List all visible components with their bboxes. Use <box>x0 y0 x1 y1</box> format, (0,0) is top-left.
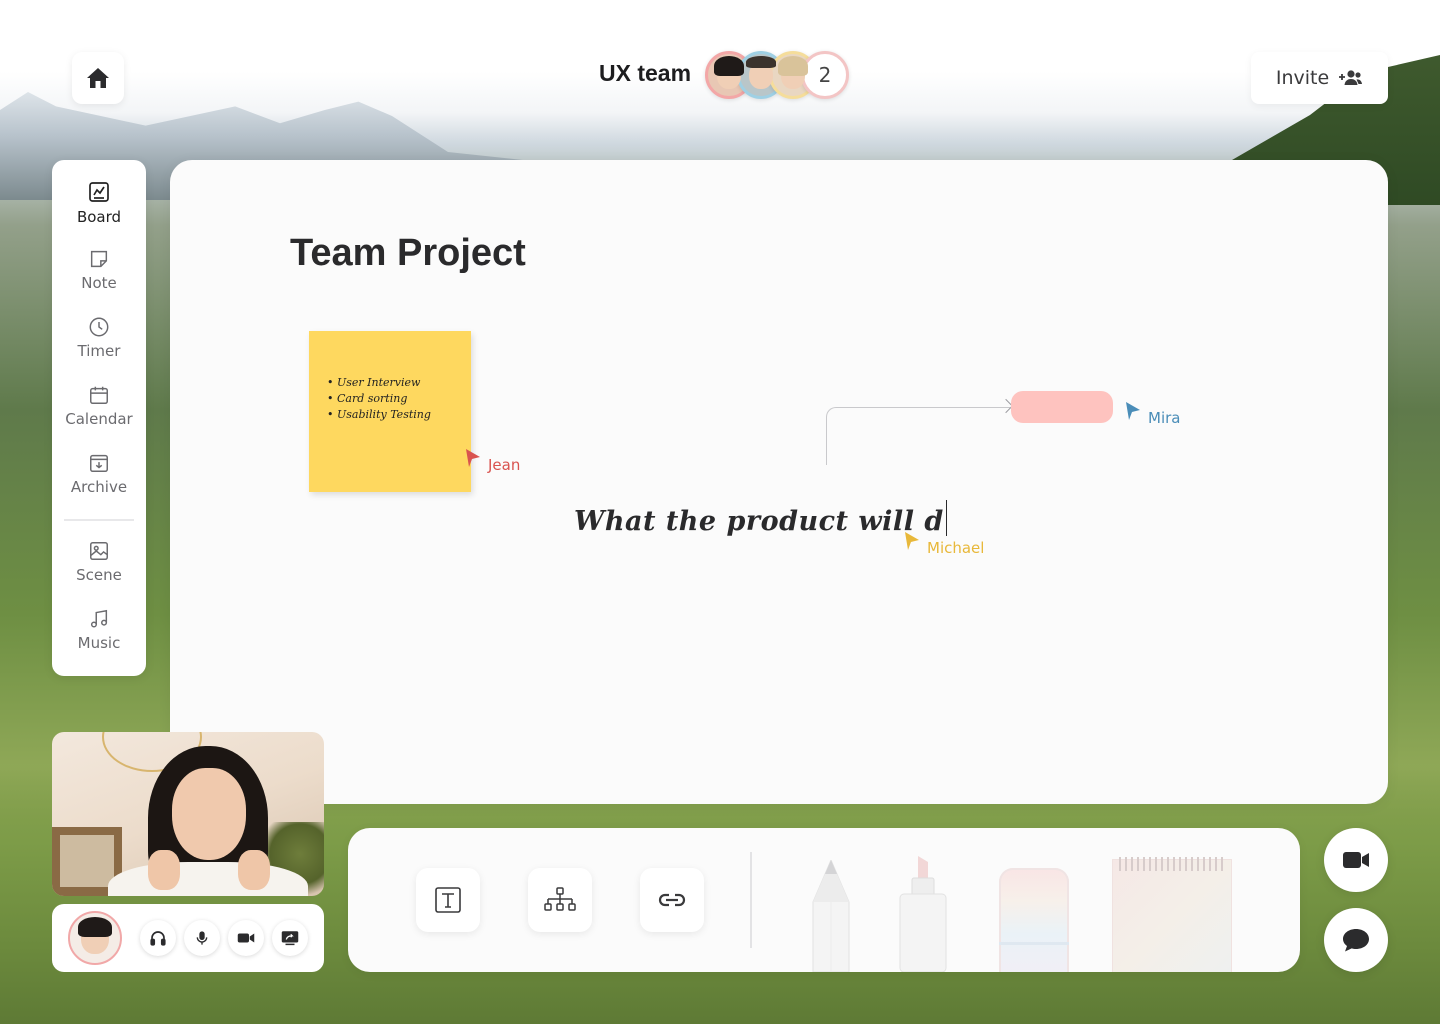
clock-icon <box>89 317 109 337</box>
member-avatars[interactable]: 2 <box>705 51 849 101</box>
sidebar-item-label: Scene <box>76 566 122 584</box>
highlighter-tool[interactable] <box>898 856 948 972</box>
add-users-icon <box>1339 70 1363 85</box>
list-item: User Interview <box>327 375 461 391</box>
sidebar-item-label: Archive <box>70 478 128 496</box>
home-button[interactable] <box>72 52 124 104</box>
extra-members-count[interactable]: 2 <box>801 51 849 99</box>
drawing-toolbar <box>348 828 1300 972</box>
video-feed[interactable] <box>52 732 324 896</box>
cursor-arrow-icon <box>905 532 919 550</box>
invite-button[interactable]: Invite <box>1251 52 1388 104</box>
sidebar-item-label: Calendar <box>65 410 133 428</box>
screen-share-icon <box>281 931 299 946</box>
sidebar-item-music[interactable]: Music <box>52 608 146 652</box>
pencil-tool[interactable] <box>812 860 850 972</box>
handwritten-text-content: What the product will d <box>574 506 944 537</box>
text-icon <box>435 887 461 913</box>
team-name: UX team <box>599 60 692 86</box>
board-title[interactable]: Team Project <box>290 232 526 275</box>
whiteboard-canvas[interactable]: Team Project User Interview Card sorting… <box>170 160 1388 804</box>
invite-label: Invite <box>1275 67 1330 89</box>
video-person-face <box>172 768 246 860</box>
sidebar: Board Note Timer Calendar Archive Scene … <box>52 160 146 676</box>
notepad-spiral <box>1119 857 1225 871</box>
video-person-body <box>108 862 308 896</box>
list-item: Card sorting <box>327 391 461 407</box>
toolbar-divider <box>750 852 752 948</box>
image-icon <box>90 542 108 560</box>
link-icon <box>658 893 686 907</box>
chat-bubble-icon <box>1343 929 1369 952</box>
sticky-note-list: User Interview Card sorting Usability Te… <box>327 375 461 423</box>
cursor-name: Mira <box>1148 409 1181 427</box>
notepad-tool[interactable] <box>1113 857 1231 972</box>
avatar[interactable] <box>68 911 122 965</box>
home-icon <box>87 68 109 88</box>
eraser-tool[interactable] <box>999 868 1069 972</box>
music-icon <box>90 609 108 628</box>
handwritten-text[interactable]: What the product will d <box>574 500 948 537</box>
video-camera-icon <box>1343 852 1369 868</box>
list-item: Usability Testing <box>327 407 461 423</box>
microphone-icon <box>196 931 208 945</box>
connector-line[interactable] <box>826 407 1010 465</box>
sidebar-item-label: Timer <box>77 342 121 360</box>
video-call-button[interactable] <box>1324 828 1388 892</box>
text-tool-button[interactable] <box>416 868 480 932</box>
board-icon <box>89 182 109 202</box>
note-icon <box>90 250 108 268</box>
call-controls <box>52 904 324 972</box>
video-person-hand <box>148 850 180 890</box>
sidebar-item-archive[interactable]: Archive <box>52 452 146 496</box>
sidebar-item-timer[interactable]: Timer <box>52 316 146 360</box>
org-chart-icon <box>544 887 576 911</box>
calendar-icon <box>90 386 108 404</box>
screen-share-button[interactable] <box>272 920 308 956</box>
archive-icon <box>90 454 108 472</box>
sidebar-item-label: Board <box>76 208 122 226</box>
collaborator-cursor-mira: Mira <box>1124 401 1180 427</box>
sidebar-item-calendar[interactable]: Calendar <box>52 384 146 428</box>
camera-icon <box>237 933 255 943</box>
cursor-arrow-icon <box>466 449 480 467</box>
sidebar-item-note[interactable]: Note <box>52 248 146 292</box>
sidebar-item-board[interactable]: Board <box>52 180 146 226</box>
cursor-arrow-icon <box>1126 402 1140 420</box>
sidebar-item-label: Note <box>81 274 117 292</box>
diagram-tool-button[interactable] <box>528 868 592 932</box>
link-tool-button[interactable] <box>640 868 704 932</box>
chat-button[interactable] <box>1324 908 1388 972</box>
camera-button[interactable] <box>228 920 264 956</box>
pink-shape[interactable] <box>1011 391 1113 423</box>
microphone-button[interactable] <box>184 920 220 956</box>
sticky-note[interactable]: User Interview Card sorting Usability Te… <box>309 331 471 492</box>
video-person-hand <box>238 850 270 890</box>
headphones-button[interactable] <box>140 920 176 956</box>
sidebar-item-scene[interactable]: Scene <box>52 540 146 584</box>
headphones-icon <box>150 931 166 946</box>
collaborator-cursor-michael: Michael <box>903 531 984 557</box>
cursor-name: Michael <box>927 539 985 557</box>
collaborator-cursor-jean: Jean <box>464 448 520 474</box>
cursor-name: Jean <box>488 456 521 474</box>
sidebar-divider <box>64 519 134 521</box>
sidebar-item-label: Music <box>77 634 121 652</box>
